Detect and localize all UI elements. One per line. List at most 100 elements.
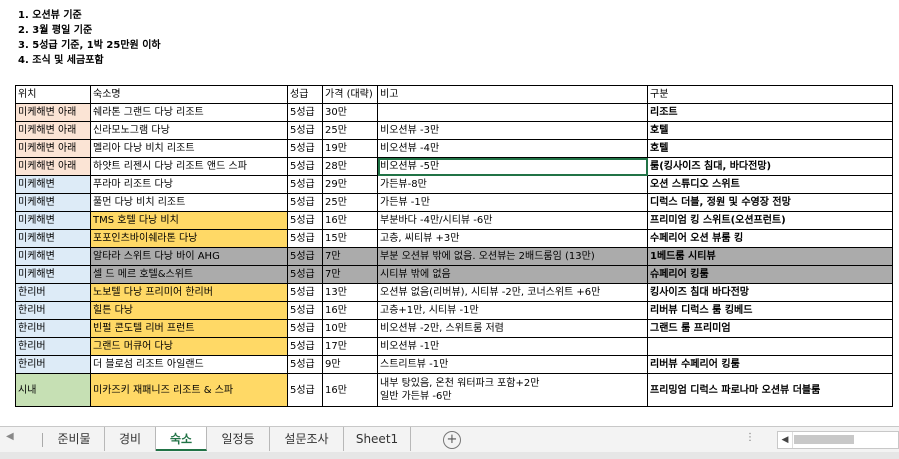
cell-note[interactable]: 시티뷰 밖에 없음	[377, 265, 648, 284]
cell-type[interactable]: 슈페리어 킹룸	[647, 265, 893, 284]
cell-hotel-name[interactable]: 그랜드 머큐어 다낭	[90, 337, 288, 356]
cell-price[interactable]: 29만	[322, 175, 378, 194]
cell-grade[interactable]: 5성급	[287, 247, 323, 266]
cell-location[interactable]: 시내	[15, 373, 91, 407]
cell-price[interactable]: 9만	[322, 355, 378, 374]
cell-grade[interactable]: 5성급	[287, 373, 323, 407]
cell-note[interactable]: 스트리트뷰 -1만	[377, 355, 648, 374]
tab-sheet1[interactable]: Sheet1	[344, 427, 411, 451]
cell-type[interactable]: 리조트	[647, 103, 893, 122]
cell-grade[interactable]: 5성급	[287, 301, 323, 320]
cell-type[interactable]: 호텔	[647, 121, 893, 140]
tab-preparation[interactable]: 준비물	[44, 427, 105, 451]
header-grade[interactable]: 성급	[287, 85, 323, 104]
cell-price[interactable]: 15만	[322, 229, 378, 248]
note-1[interactable]: 1. 오션뷰 기준	[18, 8, 161, 23]
cell-grade[interactable]: 5성급	[287, 103, 323, 122]
cell-note[interactable]: 가든뷰-8만	[377, 175, 648, 194]
cell-type[interactable]: 프리밍엄 디럭스 파로나마 오션뷰 더블룸	[647, 373, 893, 407]
cell-hotel-name[interactable]: 빈펄 콘도텔 리버 프런트	[90, 319, 288, 338]
cell-grade[interactable]: 5성급	[287, 211, 323, 230]
cell-grade[interactable]: 5성급	[287, 283, 323, 302]
cell-type[interactable]: 킹사이즈 침대 바다전망	[647, 283, 893, 302]
cell-location[interactable]: 미케해변 아래	[15, 139, 91, 158]
scroll-left-icon[interactable]: ◀	[778, 432, 793, 448]
cell-note[interactable]: 부분바다 -4만/시티뷰 -6만	[377, 211, 648, 230]
cell-type[interactable]: 리버뷰 디럭스 룸 킹베드	[647, 301, 893, 320]
horizontal-scrollbar[interactable]: ◀	[777, 431, 899, 449]
plus-circle-icon[interactable]: +	[443, 431, 461, 449]
note-3[interactable]: 3. 5성급 기준, 1박 25만원 이하	[18, 38, 161, 53]
cell-type[interactable]: 호텔	[647, 139, 893, 158]
cell-location[interactable]: 미케해변 아래	[15, 103, 91, 122]
cell-note[interactable]: 고층, 씨티뷰 +3만	[377, 229, 648, 248]
cell-price[interactable]: 25만	[322, 121, 378, 140]
cell-price[interactable]: 7만	[322, 265, 378, 284]
header-location[interactable]: 위치	[15, 85, 91, 104]
cell-note[interactable]: 비오션뷰 -4만	[377, 139, 648, 158]
cell-note[interactable]: 비오션뷰 -2만, 스위트룸 저렴	[377, 319, 648, 338]
cell-type[interactable]: 수페리어 오션 뷰룸 킹	[647, 229, 893, 248]
tab-accommodation[interactable]: 숙소	[156, 427, 207, 451]
cell-location[interactable]: 미케해변	[15, 175, 91, 194]
cell-type[interactable]: 그랜드 룸 프리미엄	[647, 319, 893, 338]
cell-location[interactable]: 미케해변	[15, 193, 91, 212]
cell-price[interactable]: 19만	[322, 139, 378, 158]
header-type[interactable]: 구분	[647, 85, 893, 104]
header-hotel-name[interactable]: 숙소명	[90, 85, 288, 104]
cell-grade[interactable]: 5성급	[287, 337, 323, 356]
cell-note[interactable]: 비오션뷰 -1만	[377, 337, 648, 356]
cell-price[interactable]: 13만	[322, 283, 378, 302]
cell-price[interactable]: 30만	[322, 103, 378, 122]
cell-hotel-name[interactable]: 셀 드 메르 호텔&스위트	[90, 265, 288, 284]
cell-hotel-name[interactable]: 하얏트 리젠시 다낭 리조트 앤드 스파	[90, 157, 288, 176]
cell-hotel-name[interactable]: 신라모노그램 다낭	[90, 121, 288, 140]
cell-note[interactable]: 오션뷰 없음(리버뷰), 시티뷰 -2만, 코너스위트 +6만	[377, 283, 648, 302]
cell-grade[interactable]: 5성급	[287, 121, 323, 140]
cell-location[interactable]: 미케해변	[15, 229, 91, 248]
cell-type[interactable]: 프리미엄 킹 스위트(오션프런트)	[647, 211, 893, 230]
cell-location[interactable]: 미케해변	[15, 265, 91, 284]
cell-hotel-name[interactable]: TMS 호텔 다낭 비치	[90, 211, 288, 230]
cell-hotel-name[interactable]: 노보텔 다낭 프리미어 한리버	[90, 283, 288, 302]
cell-hotel-name[interactable]: 미카즈키 재패니즈 리조트 & 스파	[90, 373, 288, 407]
cell-price[interactable]: 16만	[322, 211, 378, 230]
cell-type[interactable]: 디럭스 더블, 정원 및 수영장 전망	[647, 193, 893, 212]
tab-survey[interactable]: 설문조사	[270, 427, 344, 451]
cell-note[interactable]: 내부 탕있음, 온천 워터파크 포함+2만 일반 가든뷰 -6만	[377, 373, 648, 407]
cell-location[interactable]: 한리버	[15, 283, 91, 302]
cell-price[interactable]: 17만	[322, 337, 378, 356]
cell-type[interactable]	[647, 337, 893, 356]
cell-type[interactable]: 룸(킹사이즈 침대, 바다전망)	[647, 157, 893, 176]
cell-type[interactable]: 오션 스튜디오 스위트	[647, 175, 893, 194]
cell-location[interactable]: 미케해변	[15, 211, 91, 230]
cell-location[interactable]: 미케해변 아래	[15, 157, 91, 176]
cell-grade[interactable]: 5성급	[287, 193, 323, 212]
cell-grade[interactable]: 5성급	[287, 229, 323, 248]
cell-hotel-name[interactable]: 쉐라톤 그랜드 다낭 리조트	[90, 103, 288, 122]
cell-price[interactable]: 16만	[322, 373, 378, 407]
header-note[interactable]: 비고	[377, 85, 648, 104]
cell-hotel-name[interactable]: 푸라마 리조트 다낭	[90, 175, 288, 194]
note-4[interactable]: 4. 조식 및 세금포함	[18, 53, 161, 68]
cell-note[interactable]: 가든뷰 -1만	[377, 193, 648, 212]
cell-location[interactable]: 한리버	[15, 337, 91, 356]
cell-type[interactable]: 1베드룸 시티뷰	[647, 247, 893, 266]
cell-location[interactable]: 미케해변	[15, 247, 91, 266]
cell-note[interactable]: 비오션뷰 -5만	[377, 157, 648, 176]
cell-grade[interactable]: 5성급	[287, 157, 323, 176]
ellipsis-icon[interactable]: ⋮	[745, 432, 756, 443]
cell-type[interactable]: 리버뷰 수페리어 킹룸	[647, 355, 893, 374]
cell-grade[interactable]: 5성급	[287, 355, 323, 374]
chevron-left-icon[interactable]: ◀	[6, 431, 14, 442]
cell-hotel-name[interactable]: 힐튼 다낭	[90, 301, 288, 320]
cell-grade[interactable]: 5성급	[287, 319, 323, 338]
cell-hotel-name[interactable]: 포포인츠바이쉐라톤 다낭	[90, 229, 288, 248]
cell-location[interactable]: 한리버	[15, 319, 91, 338]
cell-hotel-name[interactable]: 풀먼 다낭 비치 리조트	[90, 193, 288, 212]
cell-hotel-name[interactable]: 더 블로섬 리조트 아일랜드	[90, 355, 288, 374]
header-price[interactable]: 가격 (대략)	[322, 85, 378, 104]
cell-price[interactable]: 10만	[322, 319, 378, 338]
cell-note[interactable]	[377, 103, 648, 122]
cell-price[interactable]: 16만	[322, 301, 378, 320]
